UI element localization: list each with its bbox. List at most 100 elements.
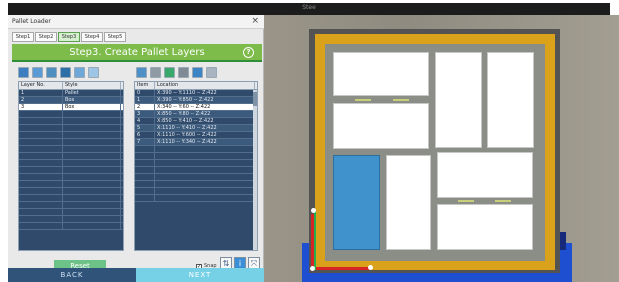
location-cell: X:1110 -- Y:410 -- Z:422 <box>155 125 255 131</box>
layer-no-cell: 2 <box>19 97 63 103</box>
tab-step2[interactable]: Step2 <box>35 32 57 42</box>
item-cell: 6 <box>135 132 155 138</box>
pallet-loader-panel: Pallet Loader × Step1 Step2 Step3 Step4 … <box>8 15 264 282</box>
item-image-icon[interactable] <box>164 67 175 78</box>
table-row[interactable]: 5 X:1110 -- Y:410 -- Z:422 <box>135 125 257 132</box>
z-axis-indicator <box>314 210 316 270</box>
style-cell: Pallet <box>63 90 121 96</box>
item-remove-icon[interactable] <box>150 67 161 78</box>
box-item[interactable] <box>333 52 429 96</box>
empty-row <box>19 174 123 181</box>
table-row[interactable]: 2 X:340 -- Y:60 -- Z:422 <box>135 104 257 111</box>
table-row[interactable]: 6 X:1110 -- Y:600 -- Z:422 <box>135 132 257 139</box>
panel-header: Pallet Loader × <box>8 15 264 29</box>
axis-handle[interactable] <box>368 265 373 270</box>
item-cell: 0 <box>135 90 155 96</box>
empty-row <box>19 195 123 202</box>
origin-point <box>310 266 315 271</box>
item-move-icon[interactable] <box>178 67 189 78</box>
back-button[interactable]: BACK <box>8 268 136 282</box>
next-button[interactable]: NEXT <box>136 268 264 282</box>
column-location: Location <box>155 82 255 89</box>
layer-no-cell: 1 <box>19 90 63 96</box>
layer-add-icon[interactable] <box>18 67 29 78</box>
empty-row <box>135 153 257 160</box>
layers-table[interactable]: Layer No. Style 1 Pallet 2 Box 3 Box <box>18 81 124 251</box>
column-item: Item <box>135 82 155 89</box>
empty-row <box>19 139 123 146</box>
layer-copy-icon[interactable] <box>46 67 57 78</box>
application-screen: Stee Pallet Loader × Step1 Step2 Step3 S… <box>0 0 619 282</box>
help-icon[interactable]: ? <box>243 47 254 58</box>
layer-delete-icon[interactable] <box>60 67 71 78</box>
table-row[interactable]: 3 Box <box>19 104 123 111</box>
location-cell: X:390 -- Y:1110 -- Z:422 <box>155 90 255 96</box>
location-cell: X:340 -- Y:60 -- Z:422 <box>155 104 255 110</box>
table-row[interactable]: 4 X:850 -- Y:410 -- Z:422 <box>135 118 257 125</box>
empty-row <box>135 160 257 167</box>
item-add-icon[interactable] <box>136 67 147 78</box>
table-row[interactable]: 3 X:850 -- Y:80 -- Z:422 <box>135 111 257 118</box>
layer-up-icon[interactable] <box>74 67 85 78</box>
box-item[interactable] <box>435 52 482 148</box>
empty-row <box>19 146 123 153</box>
tab-step5[interactable]: Step5 <box>104 32 126 42</box>
box-item[interactable] <box>437 152 533 198</box>
empty-row <box>135 181 257 188</box>
close-icon[interactable]: × <box>251 16 259 26</box>
tab-step4[interactable]: Step4 <box>81 32 103 42</box>
table-row[interactable]: 0 X:390 -- Y:1110 -- Z:422 <box>135 90 257 97</box>
item-cell: 3 <box>135 111 155 117</box>
item-cell: 7 <box>135 139 155 145</box>
empty-row <box>19 153 123 160</box>
item-toolbar <box>136 67 217 79</box>
style-cell: Box <box>63 104 121 110</box>
layer-no-cell: 3 <box>19 104 63 110</box>
empty-row <box>19 209 123 216</box>
empty-row <box>135 195 257 202</box>
style-cell: Box <box>63 97 121 103</box>
page-title: Step3. Create Pallet Layers <box>69 47 205 58</box>
box-seam <box>355 99 371 101</box>
box-item[interactable] <box>333 103 429 149</box>
tab-step1[interactable]: Step1 <box>12 32 34 42</box>
column-style: Style <box>63 82 121 89</box>
axis-handle[interactable] <box>311 208 316 213</box>
table-row[interactable]: 1 Pallet <box>19 90 123 97</box>
empty-row <box>19 118 123 125</box>
layer-toolbar <box>18 67 99 79</box>
table-row[interactable]: 2 Box <box>19 97 123 104</box>
table-row[interactable]: 7 X:1110 -- Y:340 -- Z:422 <box>135 139 257 146</box>
location-cell: X:850 -- Y:80 -- Z:422 <box>155 111 255 117</box>
step-banner: Step3. Create Pallet Layers ? <box>12 44 262 62</box>
location-cell: X:1110 -- Y:340 -- Z:422 <box>155 139 255 145</box>
item-cell: 2 <box>135 104 155 110</box>
layers-empty-rows <box>19 111 123 230</box>
window-title: Stee <box>302 4 316 11</box>
items-scrollbar[interactable] <box>253 90 257 250</box>
items-empty-rows <box>135 146 257 202</box>
box-item[interactable] <box>487 52 534 148</box>
item-trash-icon[interactable] <box>206 67 217 78</box>
empty-row <box>135 188 257 195</box>
box-seam <box>495 200 511 202</box>
empty-row <box>135 146 257 153</box>
scroll-thumb[interactable] <box>253 92 257 106</box>
box-seam <box>393 99 409 101</box>
items-table[interactable]: Item Location 0 X:390 -- Y:1110 -- Z:422… <box>134 81 258 251</box>
box-item[interactable] <box>437 204 533 250</box>
selected-box-item[interactable] <box>333 155 380 250</box>
box-seam <box>458 200 474 202</box>
layer-down-icon[interactable] <box>88 67 99 78</box>
empty-row <box>135 167 257 174</box>
item-export-icon[interactable] <box>192 67 203 78</box>
panel-title: Pallet Loader <box>12 18 51 25</box>
layer-list-icon[interactable] <box>32 67 43 78</box>
box-item[interactable] <box>386 155 431 250</box>
item-cell: 4 <box>135 118 155 124</box>
table-row[interactable]: 1 X:390 -- Y:850 -- Z:422 <box>135 97 257 104</box>
empty-row <box>19 160 123 167</box>
location-cell: X:1110 -- Y:600 -- Z:422 <box>155 132 255 138</box>
layers-table-header: Layer No. Style <box>19 82 123 90</box>
tab-step3[interactable]: Step3 <box>58 32 80 42</box>
